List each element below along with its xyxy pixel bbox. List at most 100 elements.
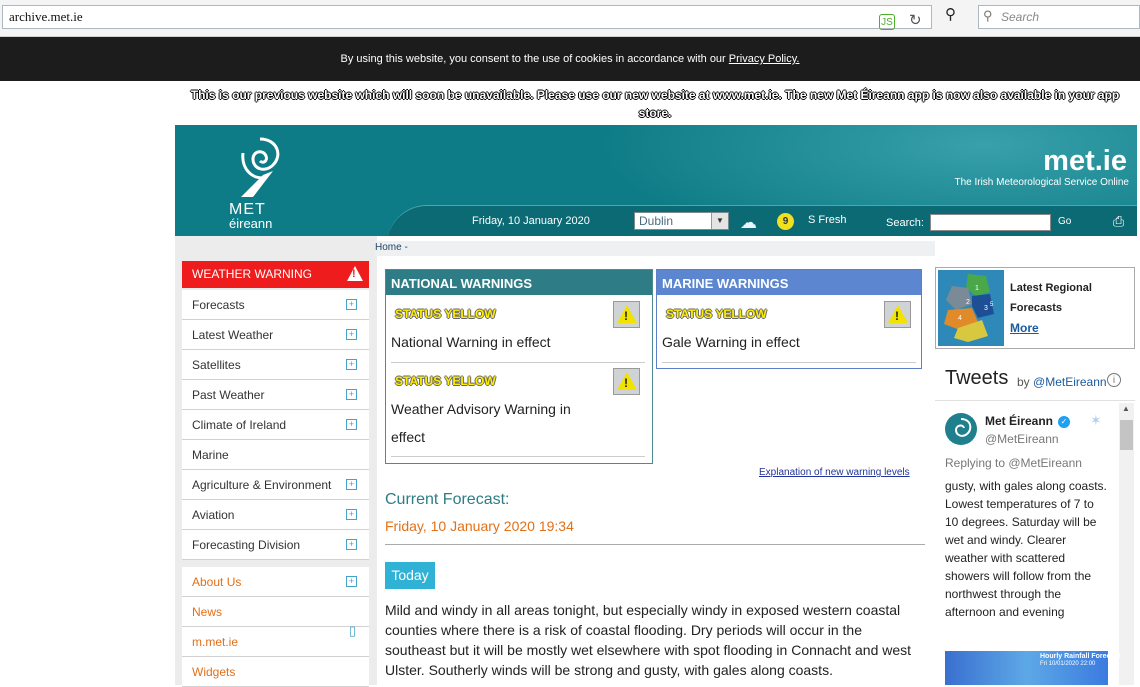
browser-search-input[interactable]: ⚲ Search: [978, 5, 1140, 29]
sidebar-item-mobile-site[interactable]: m.met.ie ▯: [182, 623, 369, 657]
search-icon: ⚲: [983, 8, 993, 23]
search-placeholder: Search: [1001, 10, 1040, 24]
expand-plus-icon[interactable]: +: [346, 576, 357, 587]
sidebar-item-label: Aviation: [192, 508, 235, 522]
map-region-label: 4: [958, 315, 962, 322]
warning-text[interactable]: Gale Warning in effect: [662, 328, 800, 356]
breadcrumb: Home -: [375, 241, 935, 256]
map-region-label: 3: [984, 305, 988, 312]
tweet-author-handle[interactable]: @MetEireann: [985, 432, 1059, 446]
mobile-phone-icon: ▯: [348, 623, 357, 638]
sidebar-item-label: Past Weather: [192, 388, 265, 402]
sidebar-item-forecasting-division[interactable]: Forecasting Division +: [182, 530, 369, 560]
sidebar-item-label: About Us: [192, 575, 242, 589]
met-swirl-avatar-icon: [954, 418, 972, 437]
rainfall-forecast-title: Hourly Rainfall Forecast: [1040, 653, 1121, 660]
tweets-handle-link[interactable]: @MetEireann: [1033, 375, 1107, 389]
sidebar-item-agriculture[interactable]: Agriculture & Environment +: [182, 470, 369, 500]
scroll-up-icon[interactable]: ▲: [1122, 404, 1130, 413]
met-swirl-logo-icon[interactable]: [233, 131, 287, 203]
sidebar-item-about-us[interactable]: About Us +: [182, 567, 369, 597]
forecast-datetime: Friday, 10 January 2020 19:34: [385, 518, 574, 534]
rain-cloud-icon: ☁: [740, 213, 757, 232]
regional-forecasts-box[interactable]: 1 2 3 4 5 Latest Regional Forecasts More: [935, 267, 1135, 349]
current-forecast-title: Current Forecast:: [385, 491, 510, 508]
sidebar-item-label: m.met.ie: [192, 635, 239, 649]
expand-plus-icon[interactable]: +: [346, 479, 357, 490]
sidebar-item-climate[interactable]: Climate of Ireland +: [182, 410, 369, 440]
expand-plus-icon[interactable]: +: [346, 509, 357, 520]
twitter-bird-icon[interactable]: ✶: [1090, 412, 1102, 429]
sidebar-item-news[interactable]: News: [182, 597, 369, 627]
breadcrumb-home-link[interactable]: Home -: [375, 242, 408, 253]
sidebar-item-label: Latest Weather: [192, 328, 274, 342]
sidebar-item-satellites[interactable]: Satellites +: [182, 350, 369, 380]
sidebar-item-aviation[interactable]: Aviation +: [182, 500, 369, 530]
marine-warnings-panel: MARINE WARNINGS STATUS YELLOW ! Gale War…: [656, 269, 922, 369]
privacy-policy-link[interactable]: Privacy Policy.: [729, 53, 800, 65]
search-go-button[interactable]: Go: [1058, 216, 1071, 227]
sidebar-item-latest-weather[interactable]: Latest Weather +: [182, 320, 369, 350]
expand-plus-icon[interactable]: +: [346, 299, 357, 310]
sidebar-item-label: Climate of Ireland: [192, 418, 287, 432]
warning-text[interactable]: Weather Advisory Warning in: [391, 395, 571, 423]
expand-plus-icon[interactable]: +: [346, 329, 357, 340]
browser-toolbar: archive.met.ie JS ↻ ⚲ ⚲ Search: [0, 0, 1140, 37]
wind-description: S Fresh: [808, 214, 847, 226]
sidebar-item-label: Agriculture & Environment: [192, 478, 332, 492]
divider: [662, 362, 916, 363]
location-value: Dublin: [639, 214, 674, 228]
reload-icon[interactable]: ↻: [909, 11, 922, 29]
expand-plus-icon[interactable]: +: [346, 539, 357, 550]
scrollbar-thumb[interactable]: [1120, 420, 1133, 450]
weather-warning-button[interactable]: WEATHER WARNING: [182, 261, 369, 288]
magnifier-icon[interactable]: ⚲: [945, 5, 956, 23]
warning-text[interactable]: National Warning in effect: [391, 328, 551, 356]
rainfall-forecast-date: Fri 10/01/2020 22:00: [1040, 661, 1096, 667]
sidebar-item-widgets[interactable]: Widgets: [182, 657, 369, 687]
avatar[interactable]: [945, 413, 977, 445]
expand-plus-icon[interactable]: +: [346, 359, 357, 370]
warning-triangle-icon[interactable]: !: [613, 368, 640, 395]
tweets-title: Tweets: [945, 367, 1009, 389]
warning-text[interactable]: effect: [391, 423, 425, 451]
tab-today[interactable]: Today: [385, 562, 435, 589]
regional-more-link[interactable]: More: [1010, 321, 1039, 335]
sidebar-item-label: Forecasts: [192, 298, 245, 312]
regional-title-line: Forecasts: [1010, 302, 1062, 314]
expand-plus-icon[interactable]: +: [346, 419, 357, 430]
divider: [391, 362, 645, 363]
chevron-down-icon[interactable]: ▼: [711, 213, 728, 229]
tweet-author-name[interactable]: Met Éireann: [985, 414, 1053, 428]
tweet-reply-to[interactable]: Replying to @MetEireann: [945, 456, 1082, 470]
ireland-regions-map[interactable]: 1 2 3 4 5: [938, 270, 1004, 346]
wind-force-badge: 9: [777, 213, 794, 230]
national-warnings-title: NATIONAL WARNINGS: [386, 270, 652, 295]
info-icon[interactable]: i: [1107, 373, 1121, 387]
tweet-body: gusty, with gales along coasts. Lowest t…: [945, 479, 1107, 619]
security-icon[interactable]: JS: [879, 14, 895, 30]
regional-forecasts-title: Latest Regional Forecasts: [1010, 278, 1092, 318]
expand-plus-icon[interactable]: +: [346, 389, 357, 400]
location-select[interactable]: Dublin ▼: [634, 212, 729, 230]
print-icon[interactable]: ⎙: [1113, 213, 1124, 230]
site-header: MET éireann met.ie The Irish Meteorologi…: [175, 125, 1137, 236]
cookie-banner: By using this website, you consent to th…: [0, 37, 1140, 81]
status-badge: STATUS YELLOW: [395, 307, 496, 321]
marine-warnings-title: MARINE WARNINGS: [657, 270, 921, 295]
divider: [385, 544, 925, 545]
map-region-label: 1: [975, 285, 979, 292]
cookie-text: By using this website, you consent to th…: [340, 53, 729, 65]
warning-triangle-icon[interactable]: !: [613, 301, 640, 328]
site-search-input[interactable]: [930, 214, 1051, 231]
sidebar-item-past-weather[interactable]: Past Weather +: [182, 380, 369, 410]
brand-tagline: The Irish Meteorological Service Online: [954, 177, 1129, 188]
sidebar-item-marine[interactable]: Marine: [182, 440, 369, 470]
explanation-link[interactable]: Explanation of new warning levels: [759, 467, 910, 478]
tweets-by-label: by: [1017, 375, 1034, 389]
address-bar[interactable]: archive.met.ie JS ↻: [2, 5, 932, 30]
verified-check-icon: ✓: [1058, 416, 1070, 428]
sidebar-item-forecasts[interactable]: Forecasts +: [182, 290, 369, 320]
warning-triangle-icon[interactable]: !: [884, 301, 911, 328]
brand-title[interactable]: met.ie: [1043, 145, 1127, 178]
